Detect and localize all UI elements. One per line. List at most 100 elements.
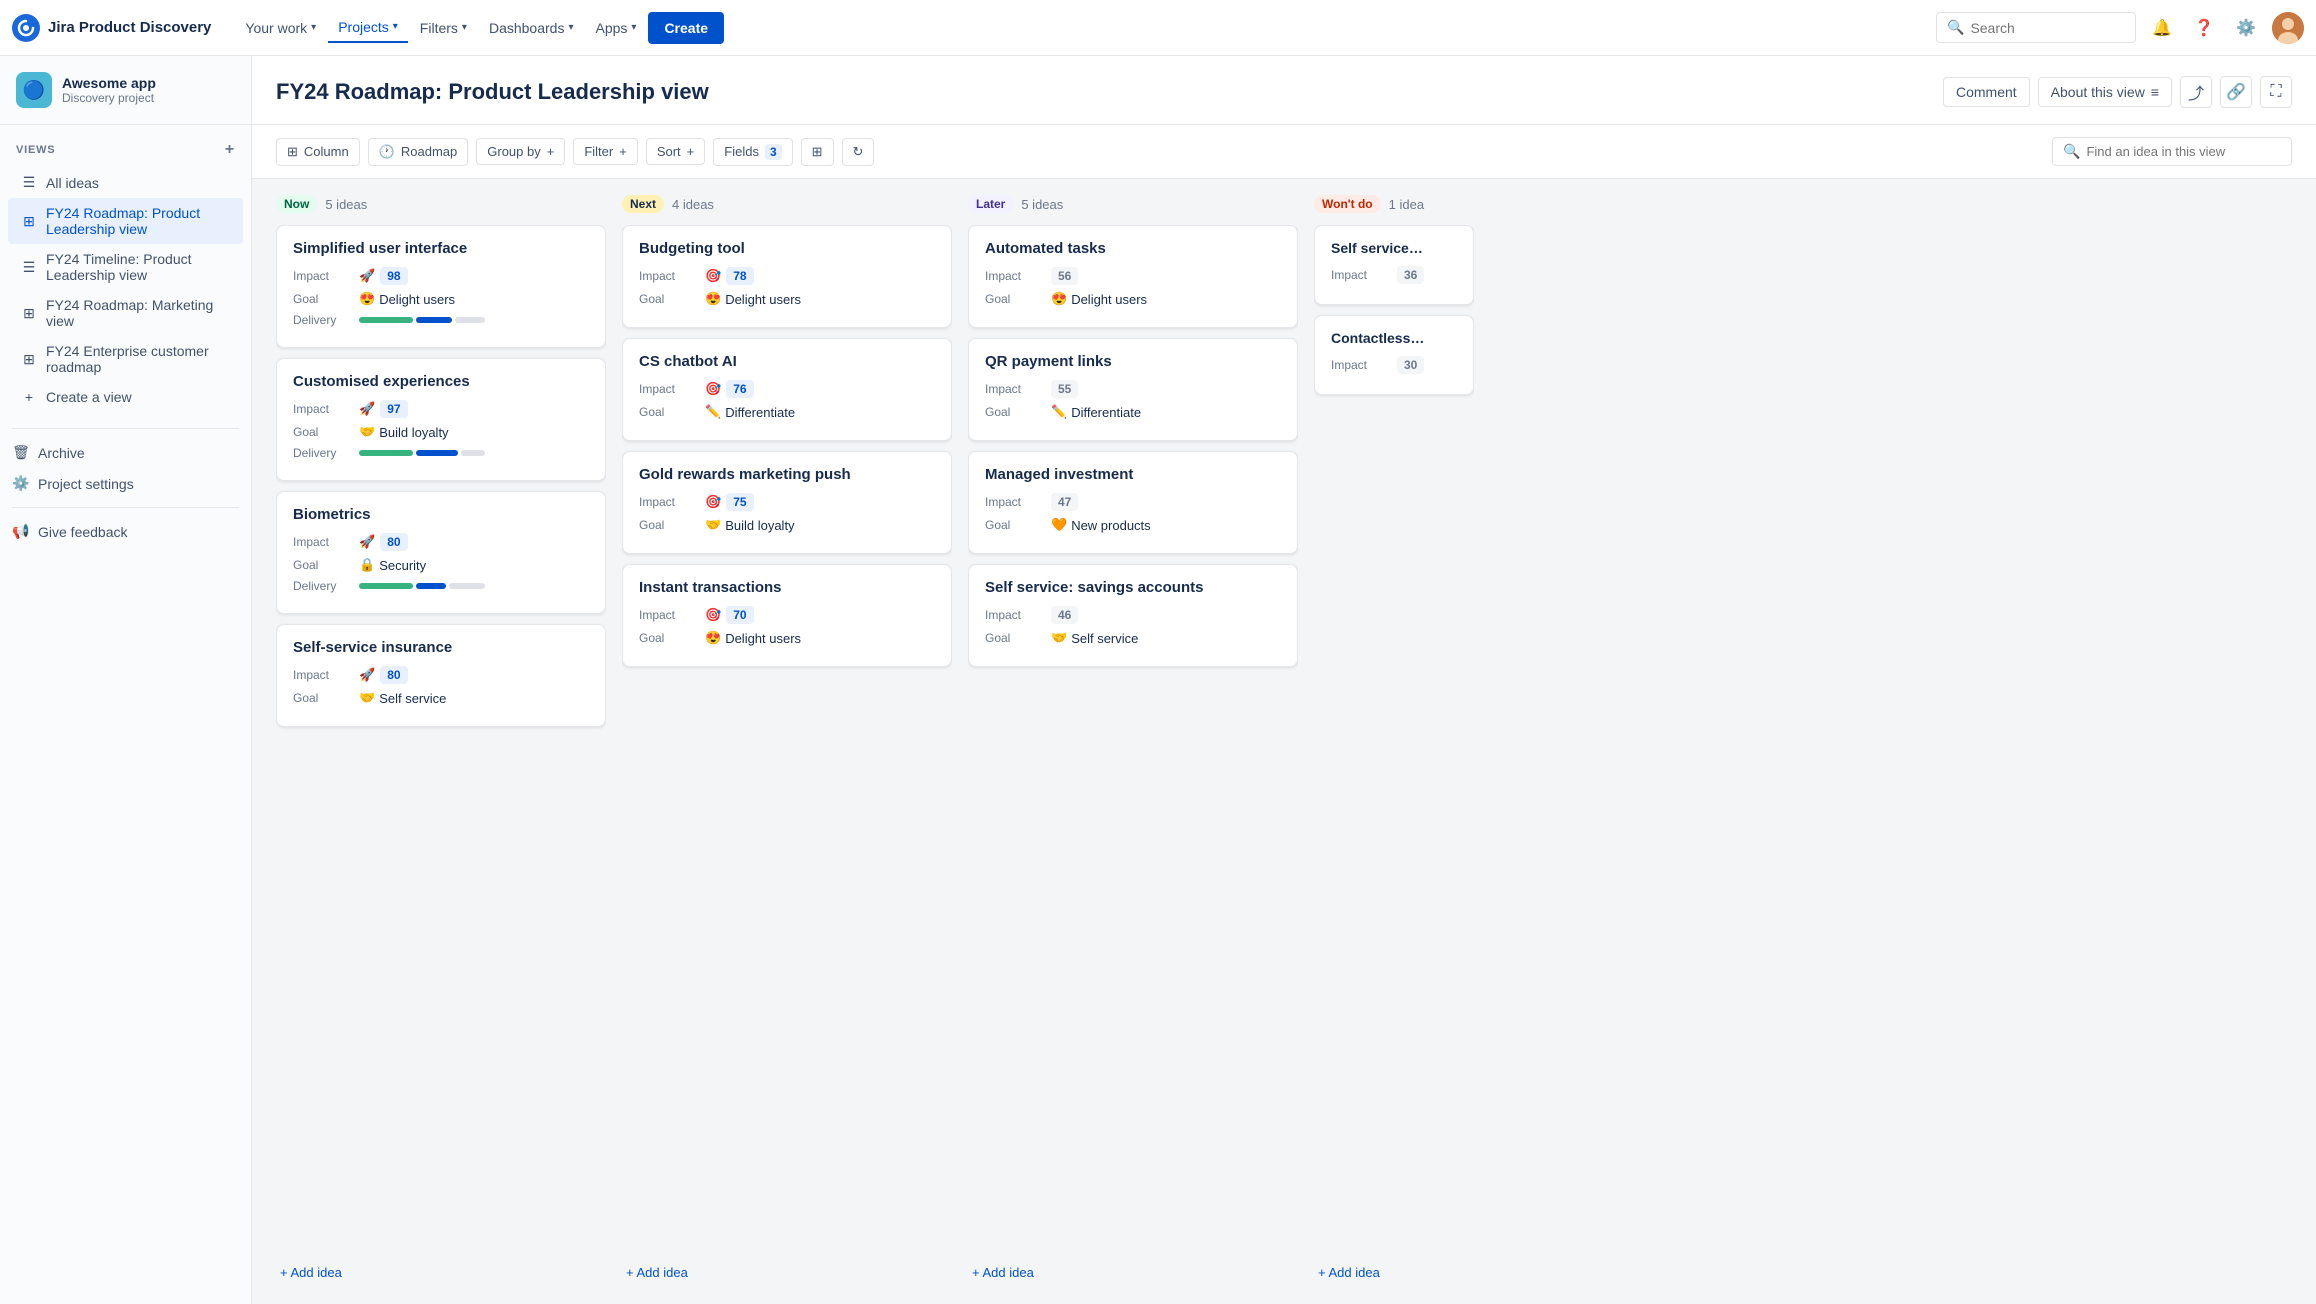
column-count: 4 ideas — [672, 197, 714, 212]
card-goal-value: 😍 Delight users — [705, 630, 801, 646]
impact-icon: 🚀 — [359, 534, 375, 550]
chevron-down-icon: ▾ — [568, 22, 573, 33]
fields-button[interactable]: Fields 3 — [713, 138, 792, 166]
sidebar-item-give-feedback[interactable]: 📢 Give feedback — [0, 516, 251, 547]
sidebar-item-all-ideas[interactable]: ☰ All ideas — [8, 167, 243, 198]
notifications-button[interactable]: 🔔 — [2146, 12, 2178, 44]
comment-button[interactable]: Comment — [1943, 77, 2030, 107]
help-button[interactable]: ❓ — [2188, 12, 2220, 44]
view-settings-button[interactable]: ⊞ — [801, 138, 834, 166]
sidebar-divider-2 — [12, 507, 239, 508]
table-row[interactable]: Customised experiences Impact 🚀 97 Goal … — [276, 358, 606, 481]
sidebar-item-fy24-marketing[interactable]: ⊞ FY24 Roadmap: Marketing view — [8, 290, 243, 336]
delivery-grey — [449, 583, 485, 589]
column-button[interactable]: ⊞ Column — [276, 138, 360, 166]
impact-score: 76 — [726, 380, 753, 398]
idea-search[interactable]: 🔍 — [2052, 137, 2292, 166]
group-by-button[interactable]: Group by + — [476, 138, 565, 165]
card-impact-field: Impact 🎯 78 — [639, 267, 935, 285]
sidebar-item-fy24-roadmap[interactable]: ⊞ FY24 Roadmap: Product Leadership view — [8, 198, 243, 244]
nav-filters[interactable]: Filters ▾ — [410, 14, 477, 42]
sort-button[interactable]: Sort + — [646, 138, 705, 165]
table-row[interactable]: Biometrics Impact 🚀 80 Goal 🔒 Security — [276, 491, 606, 614]
table-row[interactable]: Automated tasks Impact 56 Goal 😍 Delight… — [968, 225, 1298, 328]
card-impact-field: Impact 🚀 97 — [293, 400, 589, 418]
cards-container-later: Automated tasks Impact 56 Goal 😍 Delight… — [968, 225, 1298, 1253]
sidebar-item-create-view[interactable]: + Create a view — [8, 382, 243, 412]
sidebar-item-fy24-timeline[interactable]: ☰ FY24 Timeline: Product Leadership view — [8, 244, 243, 290]
table-row[interactable]: Simplified user interface Impact 🚀 98 Go… — [276, 225, 606, 348]
table-row[interactable]: Contactless… Impact 30 — [1314, 315, 1474, 395]
nav-your-work[interactable]: Your work ▾ — [235, 14, 326, 42]
board-icon: ⊞ — [20, 305, 38, 322]
add-idea-now[interactable]: + Add idea — [276, 1257, 606, 1288]
roadmap-button[interactable]: 🕐 Roadmap — [368, 138, 469, 166]
sidebar: 🔵 Awesome app Discovery project VIEWS + … — [0, 56, 252, 1304]
search-input[interactable] — [1970, 20, 2125, 36]
impact-score: 36 — [1397, 266, 1424, 284]
expand-button[interactable]: ⛶ — [2260, 76, 2292, 108]
table-row[interactable]: Budgeting tool Impact 🎯 78 Goal 😍 Deligh… — [622, 225, 952, 328]
card-impact-value: 30 — [1397, 356, 1424, 374]
sidebar-item-project-settings[interactable]: ⚙️ Project settings — [0, 468, 251, 499]
table-row[interactable]: Instant transactions Impact 🎯 70 Goal 😍 … — [622, 564, 952, 667]
column-tag: Now — [276, 195, 317, 213]
card-goal-value: ✏️ Differentiate — [1051, 404, 1141, 420]
card-goal-value: 🤝 Self service — [1051, 630, 1138, 646]
plus-icon: + — [619, 144, 627, 159]
nav-dashboards[interactable]: Dashboards ▾ — [479, 14, 584, 42]
nav-apps[interactable]: Apps ▾ — [585, 14, 646, 42]
card-title: Self service… — [1331, 240, 1457, 256]
chevron-down-icon: ▾ — [311, 22, 316, 33]
settings-button[interactable]: ⚙️ — [2230, 12, 2262, 44]
chevron-down-icon: ▾ — [631, 22, 636, 33]
sidebar-item-fy24-enterprise[interactable]: ⊞ FY24 Enterprise customer roadmap — [8, 336, 243, 382]
card-delivery-field: Delivery — [293, 446, 589, 460]
table-row[interactable]: QR payment links Impact 55 Goal ✏️ Diffe… — [968, 338, 1298, 441]
impact-icon: 🚀 — [359, 268, 375, 284]
add-view-icon[interactable]: + — [225, 141, 235, 159]
link-button[interactable]: 🔗 — [2220, 76, 2252, 108]
add-idea-wontdo[interactable]: + Add idea — [1314, 1257, 1474, 1288]
share-button[interactable]: ⤴ — [2180, 76, 2212, 108]
table-row[interactable]: CS chatbot AI Impact 🎯 76 Goal ✏️ Differ… — [622, 338, 952, 441]
user-avatar[interactable] — [2272, 12, 2304, 44]
goal-icon: 😍 — [359, 291, 375, 307]
delivery-bar — [359, 317, 485, 323]
add-idea-next[interactable]: + Add idea — [622, 1257, 952, 1288]
card-goal-field: Goal 🤝 Self service — [985, 630, 1281, 646]
sidebar-divider — [12, 428, 239, 429]
table-row[interactable]: Self service: savings accounts Impact 46… — [968, 564, 1298, 667]
brand-name: Jira Product Discovery — [48, 19, 211, 36]
add-idea-later[interactable]: + Add idea — [968, 1257, 1298, 1288]
card-goal-field: Goal 😍 Delight users — [639, 291, 935, 307]
nav-projects[interactable]: Projects ▾ — [328, 13, 408, 43]
card-goal-field: Goal ✏️ Differentiate — [639, 404, 935, 420]
idea-search-input[interactable] — [2086, 144, 2281, 159]
plus-icon: + — [687, 144, 695, 159]
column-header-now: Now 5 ideas — [276, 195, 606, 213]
card-goal-field: Goal 🤝 Self service — [293, 690, 589, 706]
impact-icon: 🎯 — [705, 381, 721, 397]
jira-logo-icon — [12, 14, 40, 42]
card-goal-value: ✏️ Differentiate — [705, 404, 795, 420]
card-goal-value: 😍 Delight users — [1051, 291, 1147, 307]
refresh-button[interactable]: ↻ — [842, 138, 875, 166]
table-row[interactable]: Managed investment Impact 47 Goal 🧡 New … — [968, 451, 1298, 554]
table-row[interactable]: Self service… Impact 36 — [1314, 225, 1474, 305]
card-title: Self-service insurance — [293, 639, 589, 656]
create-button[interactable]: Create — [648, 12, 724, 44]
goal-icon: 😍 — [1051, 291, 1067, 307]
table-row[interactable]: Gold rewards marketing push Impact 🎯 75 … — [622, 451, 952, 554]
filter-button[interactable]: Filter + — [573, 138, 637, 165]
sidebar-item-archive[interactable]: 🗑 Archive — [0, 437, 251, 468]
card-delivery-field: Delivery — [293, 313, 589, 327]
card-impact-field: Impact 🎯 70 — [639, 606, 935, 624]
gear-icon: ⚙️ — [12, 475, 30, 492]
delivery-bar — [359, 450, 485, 456]
about-view-button[interactable]: About this view ≡ — [2038, 77, 2172, 107]
card-goal-value: 😍 Delight users — [705, 291, 801, 307]
global-search[interactable]: 🔍 — [1936, 12, 2136, 43]
table-row[interactable]: Self-service insurance Impact 🚀 80 Goal … — [276, 624, 606, 727]
impact-score: 70 — [726, 606, 753, 624]
